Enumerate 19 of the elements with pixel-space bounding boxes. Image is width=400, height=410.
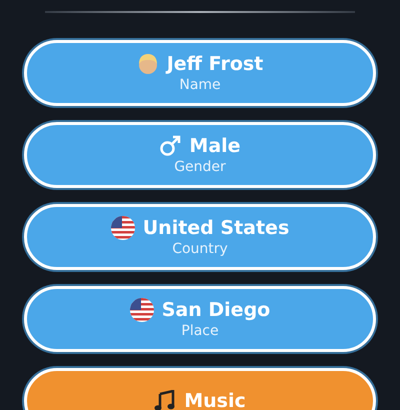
option-value: United States	[142, 216, 290, 240]
profile-option-button[interactable]: Male Gender	[24, 122, 376, 188]
option-label: Country	[172, 240, 228, 258]
profile-option-button[interactable]: San Diego Place	[24, 286, 376, 352]
option-label: Gender	[174, 158, 226, 176]
option-label: Place	[181, 322, 219, 340]
male-symbol-icon	[159, 135, 182, 157]
option-value: Jeff Frost	[166, 52, 264, 76]
option-value: Male	[189, 134, 241, 158]
flag-icon	[130, 298, 154, 322]
option-value: Music	[184, 389, 246, 410]
profile-option-button[interactable]: United States Country	[24, 204, 376, 270]
option-value: San Diego	[162, 298, 270, 322]
flag-icon	[110, 216, 135, 240]
profile-option-button[interactable]: Music	[24, 368, 376, 410]
music-note-icon	[154, 390, 176, 410]
profile-option-button[interactable]: Jeff Frost Name	[24, 40, 376, 106]
avatar-icon	[136, 53, 159, 75]
option-label: Name	[179, 76, 221, 94]
